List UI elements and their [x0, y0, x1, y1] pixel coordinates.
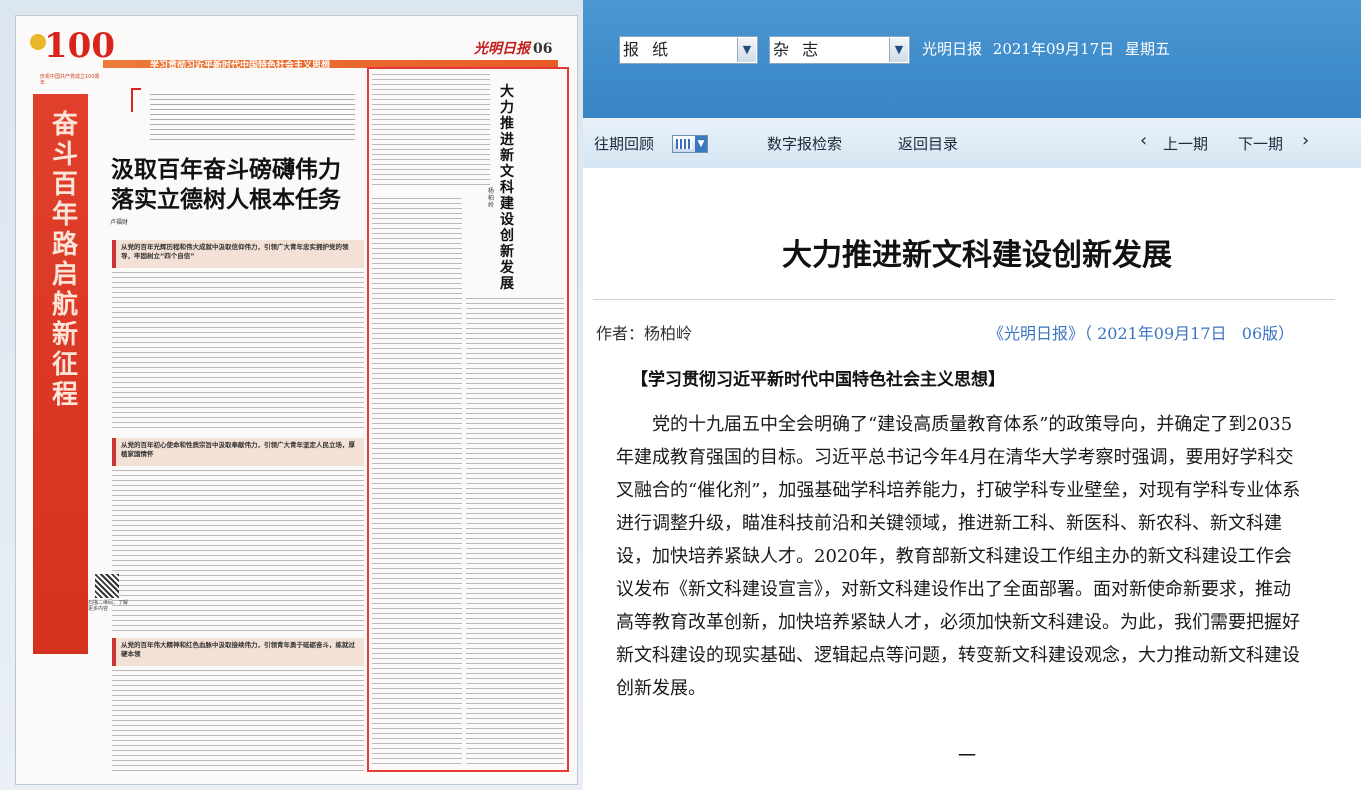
prev-arrow-icon[interactable]: ‹ — [1140, 130, 1147, 151]
subheading-3[interactable]: 从党的百年伟大精神和红色血脉中汲取接续伟力，引领青年勇于砥砺奋斗，练就过硬本领 — [112, 638, 364, 666]
previous-issue-link[interactable]: 上一期 — [1163, 133, 1208, 154]
article-author: 作者：杨柏岭 — [596, 324, 693, 343]
vertical-slogan: 奋斗百年路 启航新征程 — [51, 110, 78, 410]
divider — [593, 299, 1335, 300]
selected-article-highlight[interactable] — [367, 67, 569, 772]
chevron-down-icon[interactable]: ▼ — [695, 136, 707, 152]
next-issue-link[interactable]: 下一期 — [1238, 133, 1283, 154]
magazine-select[interactable]: 杂 志 ▼ — [769, 36, 910, 64]
newspaper-main-author: 卢福财 — [110, 219, 129, 226]
newspaper-select-value: 报 纸 — [623, 40, 673, 59]
article-paragraph: 党的十九届五中全会明确了“建设高质量教育体系”的政策导向，并确定了到2035年建… — [616, 414, 1301, 699]
text-block[interactable] — [112, 272, 364, 432]
subheading-1[interactable]: 从党的百年光辉历程和伟大成就中汲取信仰伟力，引领广大青年忠实拥护党的领导，牢固树… — [112, 240, 364, 268]
issue-date: 2021年09月17日 — [992, 40, 1115, 58]
chevron-down-icon[interactable]: ▼ — [889, 38, 908, 62]
subheading-2[interactable]: 从党的百年初心使命和性质宗旨中汲取奉献伟力，引领广大青年坚定人民立场，厚植家国情… — [112, 438, 364, 466]
logo-caption: 庆祝中国共产党成立100周年 — [40, 74, 100, 86]
newspaper-select[interactable]: 报 纸 ▼ — [619, 36, 758, 64]
masthead-name: 光明日报 — [474, 41, 530, 57]
newspaper-main-title[interactable]: 汲取百年奋斗磅礴伟力 落实立德树人根本任务 — [111, 155, 361, 215]
centenary-logo: 100 — [30, 26, 115, 76]
article-title: 大力推进新文科建设创新发展 — [782, 238, 1172, 273]
calendar-icon[interactable]: ▼ — [672, 135, 708, 153]
intro-text-block — [150, 94, 355, 142]
column-heading: 【学习贯彻习近平新时代中国特色社会主义思想】 — [631, 370, 1005, 390]
section-marker: 一 — [958, 746, 976, 767]
magazine-select-value: 杂 志 — [773, 40, 823, 59]
quote-mark — [131, 88, 141, 112]
chevron-down-icon[interactable]: ▼ — [737, 38, 756, 62]
text-block[interactable] — [112, 470, 364, 635]
masthead: 光明日报 06 — [474, 38, 552, 58]
issue-weekday: 星期五 — [1124, 40, 1170, 58]
calendar-grid-icon — [676, 139, 692, 149]
archive-link[interactable]: 往期回顾 — [594, 133, 654, 154]
article-source: 《光明日报》（ 2021年09月17日 06版） — [988, 324, 1295, 343]
page-header-title: 学习贯彻习近平新时代中国特色社会主义思想 — [150, 61, 331, 71]
qr-code-icon — [95, 574, 119, 598]
paper-name: 光明日报 — [922, 40, 983, 58]
issue-date-line: 光明日报 2021年09月17日 星期五 — [922, 38, 1176, 59]
page-number: 06 — [533, 41, 553, 57]
back-to-index-link[interactable]: 返回目录 — [898, 133, 958, 154]
text-block[interactable] — [112, 670, 364, 775]
qr-caption: 扫描二维码，了解更多内容 — [88, 600, 129, 612]
next-arrow-icon[interactable]: › — [1302, 130, 1309, 151]
digital-search-link[interactable]: 数字报检索 — [767, 133, 842, 154]
